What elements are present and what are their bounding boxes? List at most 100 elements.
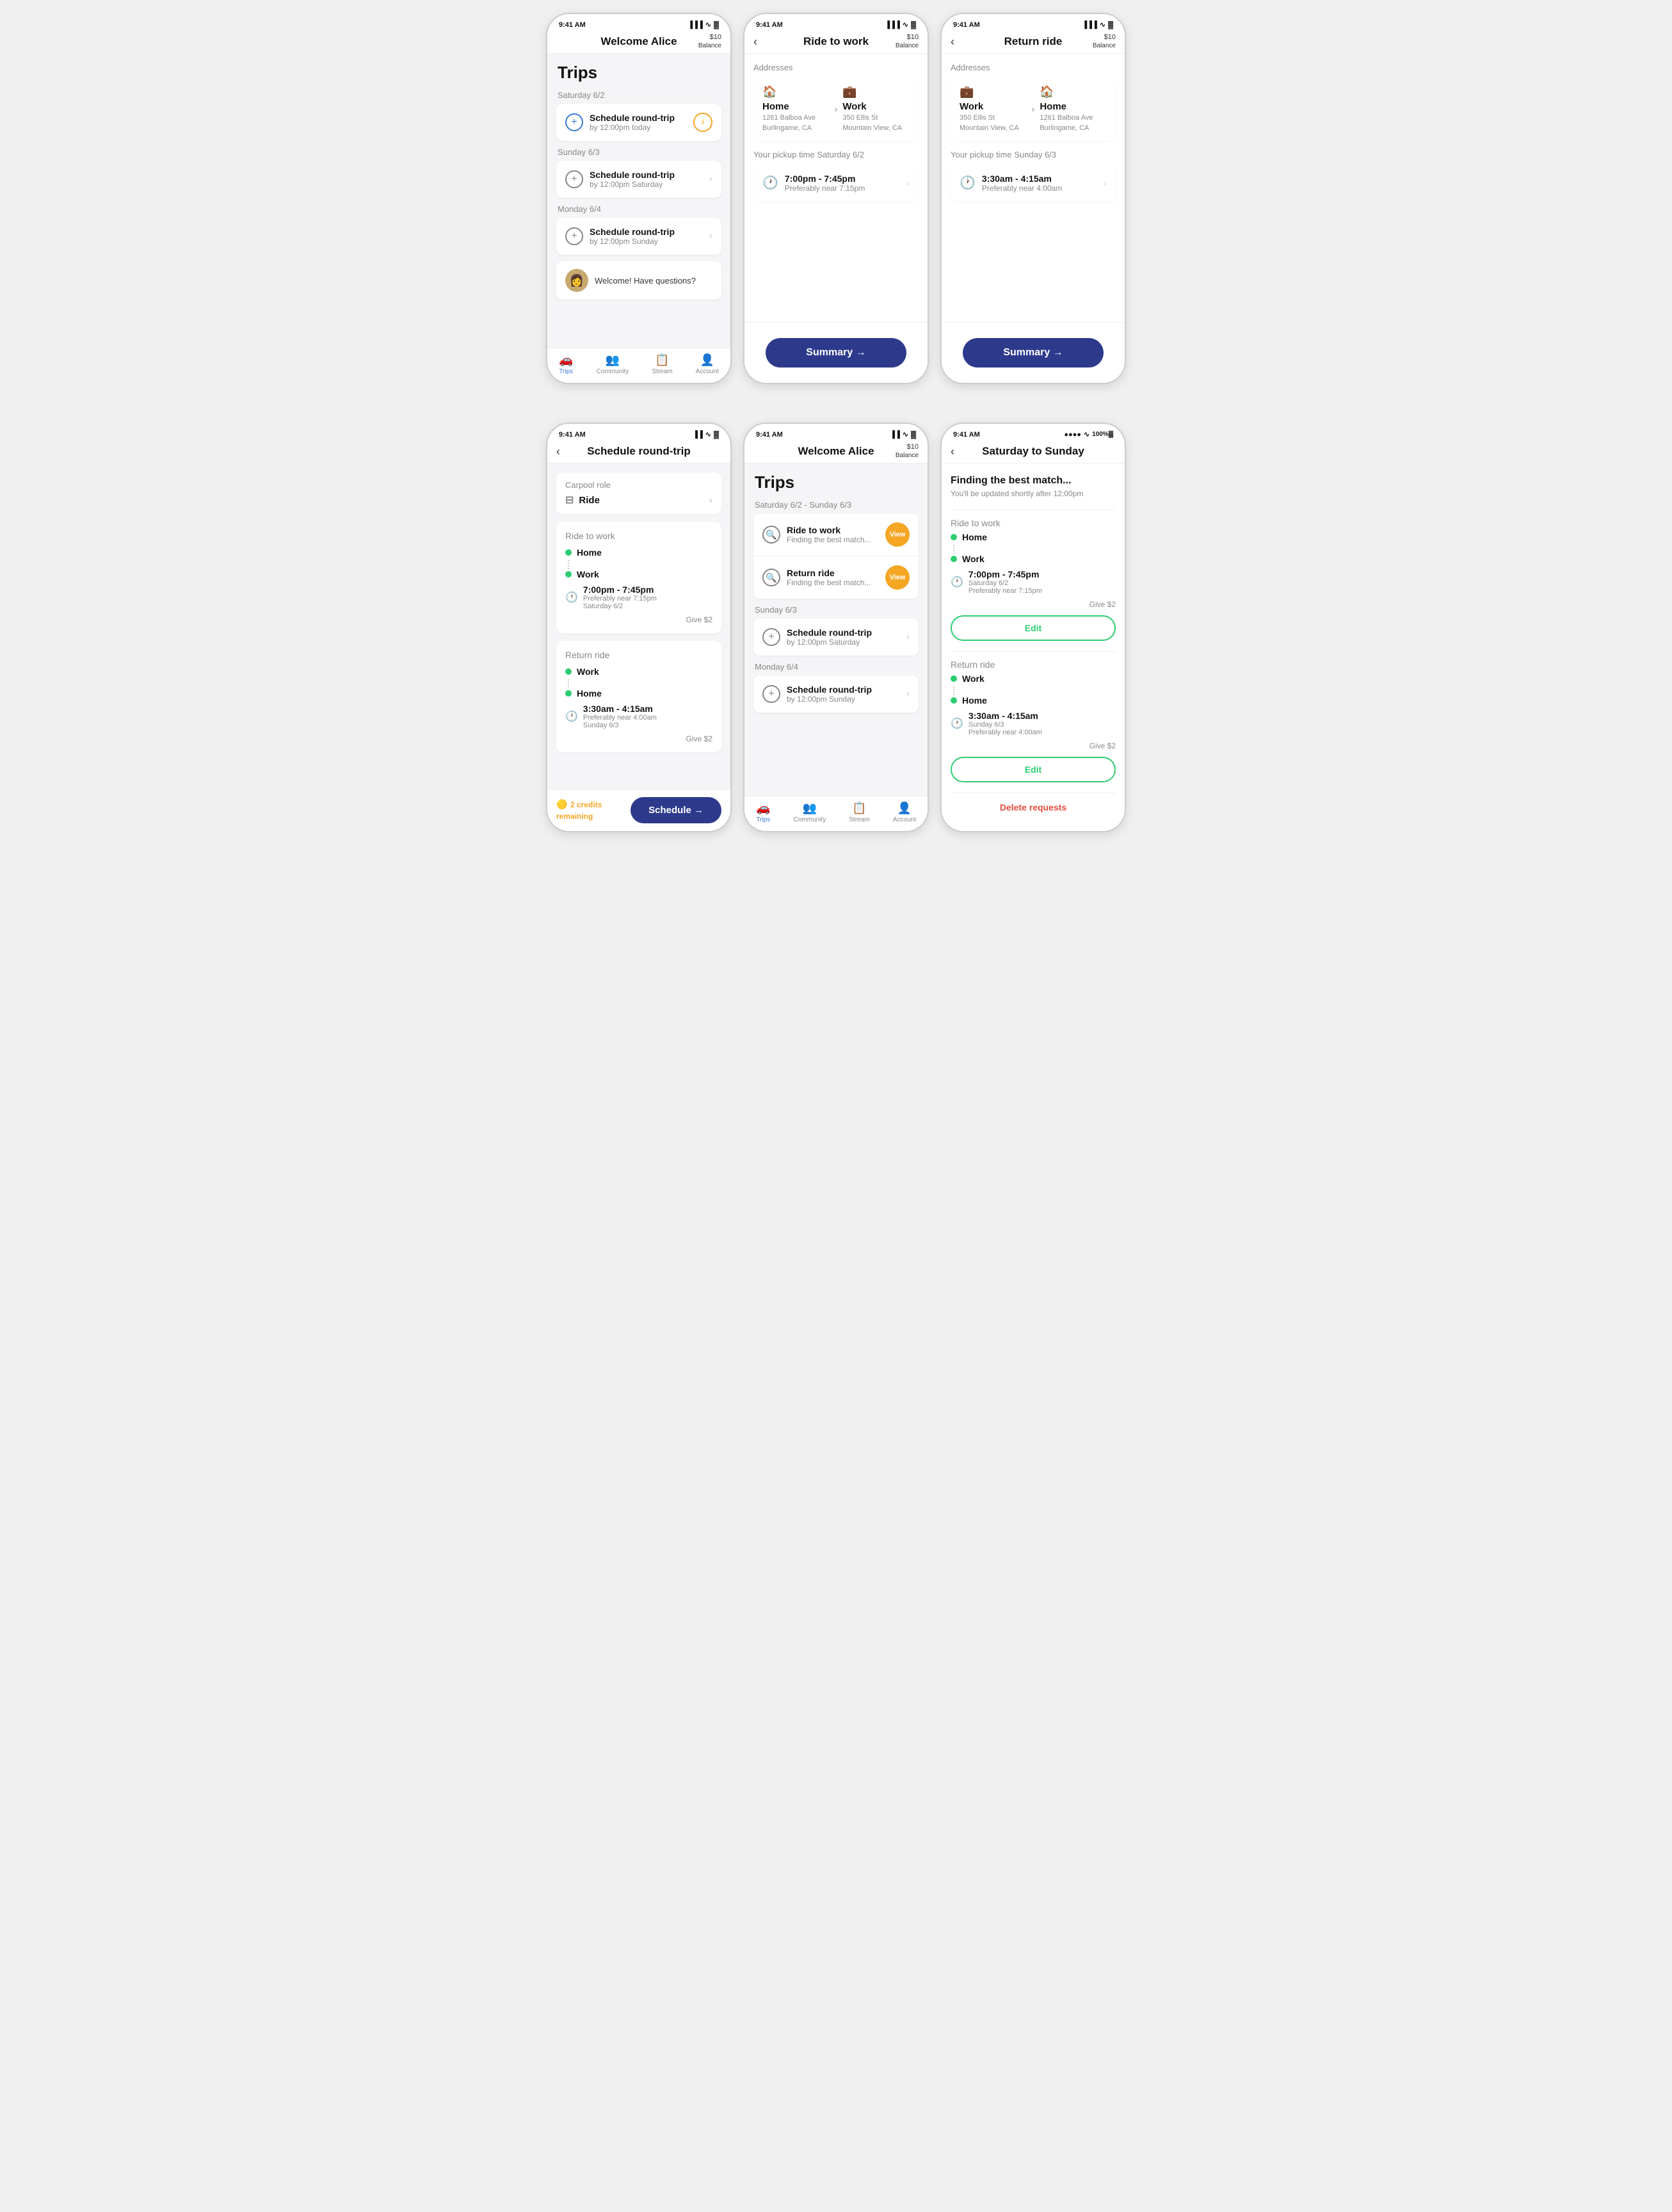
stop-dot-work-r xyxy=(565,668,572,675)
summary-btn-return[interactable]: Summary → xyxy=(963,338,1103,367)
from-line1-return: 350 Ellis St xyxy=(960,113,1027,122)
trip-sub-mon64: by 12:00pm Sunday xyxy=(590,237,703,246)
nav-community[interactable]: 👥 Community xyxy=(597,353,629,375)
trip-sub-sun63: by 12:00pm Saturday xyxy=(590,180,703,189)
search-icon-return: 🔍 xyxy=(762,569,780,586)
status-time-4: 9:41 AM xyxy=(559,431,586,439)
from-line1-ride: 1261 Balboa Ave xyxy=(762,113,830,122)
give-label-work: Give $2 xyxy=(565,615,712,624)
edit-btn-return[interactable]: Edit xyxy=(951,757,1116,782)
balance-return: $10 Balance xyxy=(1093,33,1116,50)
stop-name-home-r: Home xyxy=(577,688,602,698)
trip-sat62[interactable]: + Schedule round-trip by 12:00pm today › xyxy=(556,104,721,141)
back-btn-schedule[interactable]: ‹ xyxy=(556,445,560,458)
to-line1-return: 1261 Balboa Ave xyxy=(1040,113,1107,122)
route-time-return: 🕐 3:30am - 4:15am Preferably near 4:00am… xyxy=(565,704,712,729)
nav-trips[interactable]: 🚗 Trips xyxy=(559,353,573,375)
route-time-sat-r: 🕐 3:30am - 4:15am Sunday 6/3 Preferably … xyxy=(951,711,1116,736)
view-badge-ride[interactable]: View xyxy=(885,522,910,547)
nav-stream-5[interactable]: 📋 Stream xyxy=(849,802,869,823)
wifi-icon-6: ∿ xyxy=(1084,430,1089,439)
address-from-ride: 🏠 Home 1261 Balboa Ave Burlingame, CA xyxy=(762,85,830,133)
schedule-button[interactable]: Schedule → xyxy=(631,797,721,823)
trip-info-return-finding: Return ride Finding the best match... xyxy=(787,568,879,587)
section-sun63: Sunday 6/3 xyxy=(556,147,721,157)
stop-name-work-r: Work xyxy=(577,666,599,677)
header-title-return: Return ride xyxy=(1004,35,1063,48)
trip-name-sat62: Schedule round-trip xyxy=(590,113,687,123)
battery-icon: ▓ xyxy=(714,21,719,29)
stream-nav-icon: 📋 xyxy=(655,353,669,367)
phone-trips-updated: 9:41 AM ▐▐ ∿ ▓ Welcome Alice $10 Balance… xyxy=(743,423,929,832)
trips-nav-icon: 🚗 xyxy=(559,353,573,367)
route-time-sub-return: Preferably near 4:00am xyxy=(583,714,657,722)
back-btn-sat-sun[interactable]: ‹ xyxy=(951,445,954,458)
stop-work-sat: Work xyxy=(951,554,1116,564)
stop-name-home-sat: Home xyxy=(962,532,987,542)
delete-requests-btn[interactable]: Delete requests xyxy=(951,793,1116,821)
addresses-label-ride: Addresses xyxy=(753,63,919,72)
wifi-icon-3: ∿ xyxy=(1100,20,1105,29)
phone-sat-to-sun: 9:41 AM ●●●● ∿ 100%▓ ‹ Saturday to Sunda… xyxy=(940,423,1126,832)
home-icon-return: 🏠 xyxy=(1040,85,1107,99)
from-line2-return: Mountain View, CA xyxy=(960,124,1027,133)
trip-mon64-updated[interactable]: + Schedule round-trip by 12:00pm Sunday … xyxy=(753,675,919,713)
trip-mon64[interactable]: + Schedule round-trip by 12:00pm Sunday … xyxy=(556,218,721,255)
phone-welcome-trips: 9:41 AM ▐▐▐ ∿ ▓ Welcome Alice $10 Balanc… xyxy=(546,13,732,384)
time-arrow-return: › xyxy=(1104,178,1107,188)
trip-info-ride-finding: Ride to work Finding the best match... xyxy=(787,525,879,544)
trips-updated-content: Trips Saturday 6/2 - Sunday 6/3 🔍 Ride t… xyxy=(744,464,928,796)
route-time-info-return: 3:30am - 4:15am Preferably near 4:00am S… xyxy=(583,704,657,729)
summary-btn-ride[interactable]: Summary → xyxy=(766,338,906,367)
status-icons-6: ●●●● ∿ 100%▓ xyxy=(1064,430,1113,439)
signal-icon-6: ●●●● xyxy=(1064,431,1081,439)
trips-content: Trips Saturday 6/2 + Schedule round-trip… xyxy=(547,54,730,348)
status-icons-3: ▐▐▐ ∿ ▓ xyxy=(1082,20,1113,29)
nav-community-5[interactable]: 👥 Community xyxy=(794,802,826,823)
phone-ride-to-work: 9:41 AM ▐▐▐ ∿ ▓ ‹ Ride to work $10 Balan… xyxy=(743,13,929,384)
nav-account-5[interactable]: 👤 Account xyxy=(893,802,916,823)
back-btn-ride[interactable]: ‹ xyxy=(753,35,757,49)
carpool-value: ⊟ Ride › xyxy=(565,494,712,506)
time-card-return[interactable]: 🕐 3:30am - 4:15am Preferably near 4:00am… xyxy=(951,165,1116,202)
trip-sun63-updated[interactable]: + Schedule round-trip by 12:00pm Saturda… xyxy=(753,618,919,656)
community-nav-label: Community xyxy=(597,368,629,375)
edit-btn-work[interactable]: Edit xyxy=(951,615,1116,641)
row-2: 9:41 AM ▐▐ ∿ ▓ ‹ Schedule round-trip Car… xyxy=(13,423,1659,832)
trip-info-sun63: Schedule round-trip by 12:00pm Saturday xyxy=(590,170,703,189)
address-row-ride: 🏠 Home 1261 Balboa Ave Burlingame, CA › … xyxy=(753,77,919,141)
clock-icon-sat: 🕐 xyxy=(951,576,963,588)
nav-account[interactable]: 👤 Account xyxy=(696,353,719,375)
community-nav-icon-5: 👥 xyxy=(803,802,817,815)
carpool-arrow: › xyxy=(709,495,712,506)
view-badge-return[interactable]: View xyxy=(885,565,910,590)
to-line2-ride: Mountain View, CA xyxy=(842,124,910,133)
status-time-1: 9:41 AM xyxy=(559,21,586,29)
stop-name-work-sat-r: Work xyxy=(962,674,985,684)
finding-sub: You'll be updated shortly after 12:00pm xyxy=(951,489,1116,498)
back-btn-return[interactable]: ‹ xyxy=(951,35,954,49)
trip-name-sun63-updated: Schedule round-trip xyxy=(787,627,900,638)
address-row-return: 💼 Work 350 Ellis St Mountain View, CA › … xyxy=(951,77,1116,141)
trip-ride-to-work-finding[interactable]: 🔍 Ride to work Finding the best match...… xyxy=(753,513,919,556)
route-line-2 xyxy=(568,679,574,688)
nav-stream[interactable]: 📋 Stream xyxy=(652,353,672,375)
trip-sun63[interactable]: + Schedule round-trip by 12:00pm Saturda… xyxy=(556,161,721,198)
carpool-value-text: Ride xyxy=(579,495,600,506)
stop-work-sat-r: Work xyxy=(951,674,1116,684)
to-name-return: Home xyxy=(1040,101,1107,112)
trip-info-sat62: Schedule round-trip by 12:00pm today xyxy=(590,113,687,132)
route-time-main-return: 3:30am - 4:15am xyxy=(583,704,657,714)
arrow-sun63-updated: › xyxy=(906,631,910,643)
balance-trips-updated: $10 Balance xyxy=(896,443,919,460)
time-card-ride[interactable]: 🕐 7:00pm - 7:45pm Preferably near 7:15pm… xyxy=(753,165,919,202)
nav-trips-5[interactable]: 🚗 Trips xyxy=(756,802,770,823)
sat-sun-content: Finding the best match... You'll be upda… xyxy=(942,464,1125,831)
section-sat62: Saturday 6/2 xyxy=(556,90,721,100)
clock-icon-ride: 🕐 xyxy=(762,175,778,191)
finding-group: 🔍 Ride to work Finding the best match...… xyxy=(753,513,919,599)
status-icons-5: ▐▐ ∿ ▓ xyxy=(890,430,916,439)
trip-return-finding[interactable]: 🔍 Return ride Finding the best match... … xyxy=(753,556,919,599)
give-label-sat-r: Give $2 xyxy=(951,741,1116,750)
arrow-sun63: › xyxy=(709,174,712,185)
